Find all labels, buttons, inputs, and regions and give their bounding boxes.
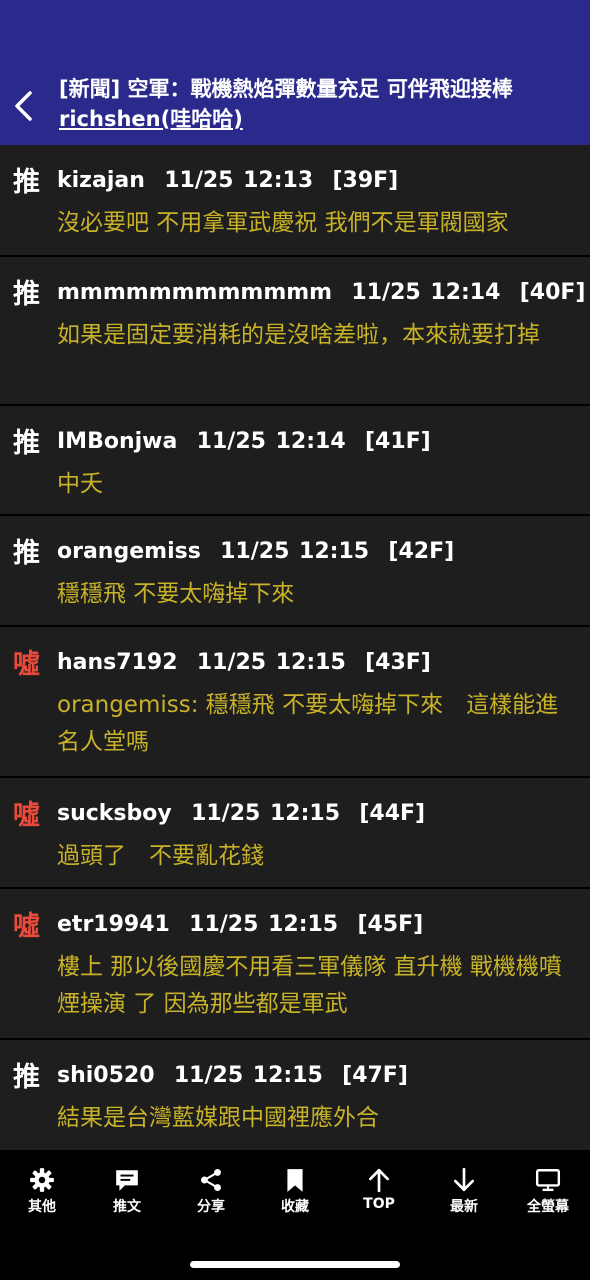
push-tag: 推 [13, 1062, 40, 1093]
comment-item: 噓 hans7192 11/25 12:15 [43F] orangemiss:… [0, 627, 590, 778]
share-button[interactable]: 分享 [171, 1166, 251, 1216]
comment-time: 11/25 12:15 [196, 650, 346, 675]
header-bar: [新聞] 空軍：戰機熱焰彈數量充足 可伴飛迎接棒 richshen(哇哈哈) [0, 0, 590, 145]
comment-text: orangemiss: 穩穩飛 不要太嗨掉下來 這樣能進名人堂嗎 [57, 692, 559, 755]
push-tag: 推 [13, 428, 40, 459]
toolbar-label: 最新 [450, 1199, 478, 1215]
home-indicator[interactable] [190, 1261, 400, 1268]
toolbar-label: TOP [363, 1196, 395, 1212]
back-button[interactable] [8, 86, 38, 126]
comment-meta: hans7192 11/25 12:15 [43F] [57, 647, 431, 679]
toolbar-label: 全螢幕 [527, 1199, 569, 1215]
comment-item: 噓 sucksboy 11/25 12:15 [44F] 過頭了 不要亂花錢 [0, 778, 590, 889]
share-icon [201, 1168, 221, 1192]
comment-user[interactable]: shi0520 [57, 1063, 155, 1088]
bookmark-button[interactable]: 收藏 [255, 1166, 335, 1216]
comment-item: 推 shi0520 11/25 12:15 [47F] 結果是台灣藍媒跟中國裡應… [0, 1040, 590, 1150]
comment-floor: [41F] [364, 429, 431, 454]
bookmark-icon [287, 1169, 303, 1192]
comment-meta: sucksboy 11/25 12:15 [44F] [57, 798, 425, 830]
comment-time: 11/25 12:15 [220, 539, 370, 564]
boo-tag: 噓 [13, 911, 40, 942]
comment-floor: [40F] [519, 280, 586, 305]
comment-user[interactable]: hans7192 [57, 650, 178, 675]
push-comment-button[interactable]: 推文 [87, 1166, 167, 1216]
comment-item: 推 orangemiss 11/25 12:15 [42F] 穩穩飛 不要太嗨掉… [0, 516, 590, 627]
comment-floor: [43F] [365, 650, 431, 675]
article-header: [新聞] 空軍：戰機熱焰彈數量充足 可伴飛迎接棒 richshen(哇哈哈) [59, 74, 584, 134]
comment-time: 11/25 12:14 [351, 280, 501, 305]
comment-text: 沒必要吧 不用拿軍武慶祝 我們不是軍閥國家 [57, 210, 509, 236]
latest-button[interactable]: 最新 [424, 1166, 504, 1216]
toolbar-label: 推文 [113, 1199, 141, 1215]
top-button[interactable]: TOP [339, 1166, 419, 1212]
push-tag: 推 [13, 279, 40, 310]
push-tag: 推 [13, 167, 40, 198]
arrow-down-icon [453, 1167, 475, 1192]
comment-time: 11/25 12:14 [196, 429, 346, 454]
comment-time: 11/25 12:13 [164, 168, 314, 193]
comment-user[interactable]: mmmmmmmmmmmm [57, 280, 332, 305]
comment-text: 穩穩飛 不要太嗨掉下來 [57, 581, 295, 607]
comment-item: 推 mmmmmmmmmmmm 11/25 12:14 [40F] 如果是固定要消… [0, 257, 590, 406]
toolbar-label: 其他 [28, 1199, 56, 1215]
comment-floor: [45F] [357, 912, 424, 937]
chevron-left-icon [15, 91, 32, 121]
comment-list: 推 kizajan 11/25 12:13 [39F] 沒必要吧 不用拿軍武慶祝… [0, 145, 590, 1150]
comment-text: 結果是台灣藍媒跟中國裡應外合 [57, 1105, 379, 1131]
other-button[interactable]: 其他 [2, 1166, 82, 1216]
comment-meta: etr19941 11/25 12:15 [45F] [57, 909, 423, 941]
comment-user[interactable]: sucksboy [57, 801, 172, 826]
comment-time: 11/25 12:15 [173, 1063, 323, 1088]
toolbar-label: 分享 [197, 1199, 225, 1215]
comment-floor: [44F] [359, 801, 426, 826]
comment-user[interactable]: kizajan [57, 168, 145, 193]
comment-meta: shi0520 11/25 12:15 [47F] [57, 1060, 408, 1092]
comment-meta: mmmmmmmmmmmm 11/25 12:14 [40F] [57, 277, 585, 309]
comment-user[interactable]: orangemiss [57, 539, 201, 564]
comment-item: 噓 etr19941 11/25 12:15 [45F] 樓上 那以後國慶不用看… [0, 889, 590, 1040]
gear-icon [30, 1168, 54, 1192]
arrow-up-icon [368, 1168, 390, 1193]
comment-time: 11/25 12:15 [191, 801, 341, 826]
monitor-icon [535, 1169, 561, 1192]
article-author-link[interactable]: richshen(哇哈哈) [59, 104, 584, 134]
comment-text: 樓上 那以後國慶不用看三軍儀隊 直升機 戰機機噴煙操演 了 因為那些都是軍武 [57, 954, 562, 1017]
comment-text: 如果是固定要消耗的是沒啥差啦，本來就要打掉 [57, 322, 540, 348]
fullscreen-button[interactable]: 全螢幕 [508, 1166, 588, 1216]
comment-meta: kizajan 11/25 12:13 [39F] [57, 165, 398, 197]
comment-time: 11/25 12:15 [189, 912, 339, 937]
article-title: [新聞] 空軍：戰機熱焰彈數量充足 可伴飛迎接棒 [59, 77, 513, 101]
boo-tag: 噓 [13, 800, 40, 831]
comment-text: 中夭 [57, 471, 103, 497]
comment-floor: [39F] [332, 168, 399, 193]
comment-item: 推 kizajan 11/25 12:13 [39F] 沒必要吧 不用拿軍武慶祝… [0, 145, 590, 257]
push-tag: 推 [13, 538, 40, 569]
comment-item: 推 IMBonjwa 11/25 12:14 [41F] 中夭 [0, 406, 590, 516]
comment-meta: orangemiss 11/25 12:15 [42F] [57, 536, 454, 568]
boo-tag: 噓 [13, 649, 40, 680]
comment-user[interactable]: IMBonjwa [57, 429, 177, 454]
bottom-toolbar: 其他 推文 分享 收藏 TOP 最新 全螢幕 [0, 1150, 590, 1280]
comment-user[interactable]: etr19941 [57, 912, 170, 937]
comment-text: 過頭了 不要亂花錢 [57, 843, 264, 869]
comment-floor: [47F] [342, 1063, 408, 1088]
comment-meta: IMBonjwa 11/25 12:14 [41F] [57, 426, 431, 458]
comment-floor: [42F] [388, 539, 455, 564]
toolbar-label: 收藏 [281, 1199, 309, 1215]
comment-icon [116, 1170, 138, 1191]
